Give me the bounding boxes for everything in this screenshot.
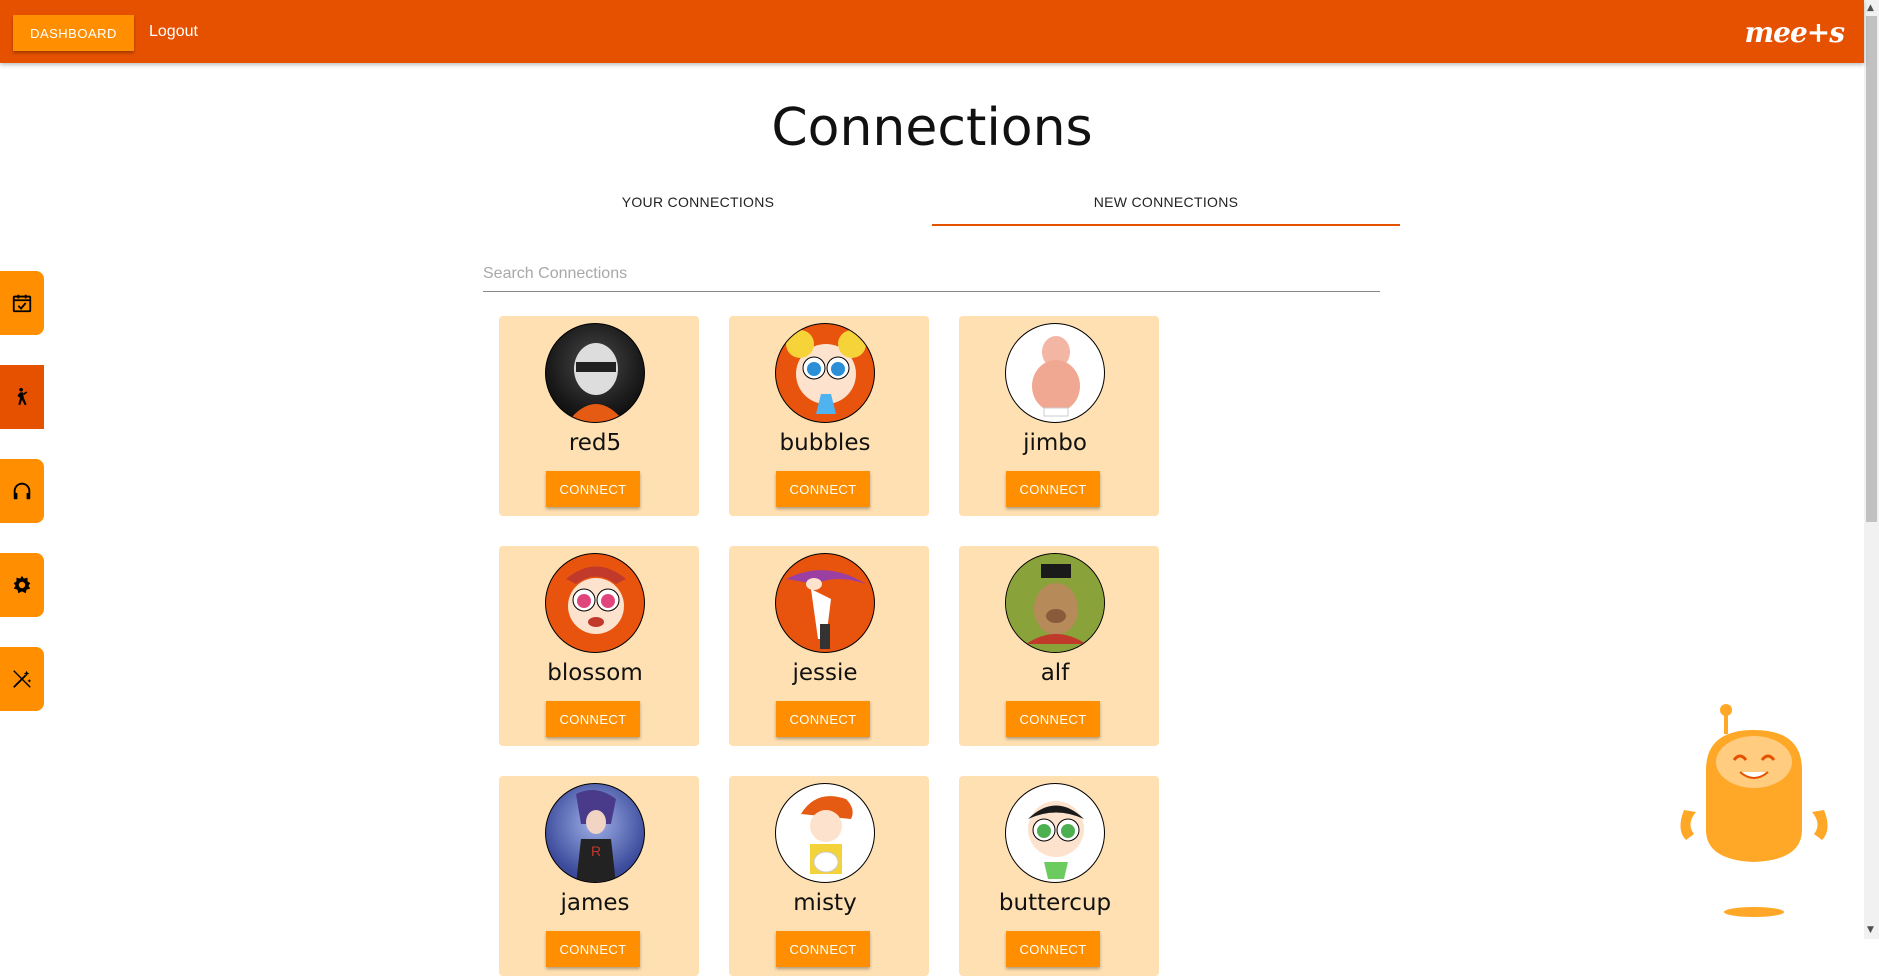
connection-card: jessie CONNECT xyxy=(729,546,929,746)
avatar xyxy=(1005,553,1105,653)
avatar: R xyxy=(545,783,645,883)
username: jimbo xyxy=(1023,430,1087,456)
avatar xyxy=(1005,323,1105,423)
connect-button[interactable]: CONNECT xyxy=(776,701,870,737)
connection-card: jimbo CONNECT xyxy=(959,316,1159,516)
username: buttercup xyxy=(998,890,1112,916)
magic-wand-icon xyxy=(13,670,32,688)
scroll-up-icon[interactable]: ▲ xyxy=(1867,3,1874,13)
top-app-bar: DASHBOARD Logout mee+s xyxy=(0,0,1864,63)
username: alf xyxy=(1040,660,1070,686)
connection-card: misty CONNECT xyxy=(729,776,929,976)
connect-button[interactable]: CONNECT xyxy=(776,471,870,507)
svg-text:R: R xyxy=(591,843,601,859)
connect-button[interactable]: CONNECT xyxy=(1006,931,1100,967)
connect-button[interactable]: CONNECT xyxy=(546,931,640,967)
connection-card: alf CONNECT xyxy=(959,546,1159,746)
username: blossom xyxy=(547,660,643,686)
sidebar-item-activity[interactable] xyxy=(0,365,44,429)
connect-button[interactable]: CONNECT xyxy=(546,471,640,507)
dashboard-button[interactable]: DASHBOARD xyxy=(13,15,134,51)
username: jessie xyxy=(792,660,858,686)
connection-card: bubbles CONNECT xyxy=(729,316,929,516)
calendar-check-icon xyxy=(12,294,32,313)
connection-card: red5 CONNECT xyxy=(499,316,699,516)
sidebar-item-support[interactable] xyxy=(0,459,44,523)
avatar xyxy=(775,783,875,883)
app-logo: mee+s xyxy=(1744,16,1845,49)
tab-your-connections[interactable]: YOUR CONNECTIONS xyxy=(464,190,932,226)
connect-button[interactable]: CONNECT xyxy=(546,701,640,737)
scrollbar-thumb[interactable] xyxy=(1866,16,1877,522)
logout-link[interactable]: Logout xyxy=(149,23,198,41)
connection-card: buttercup CONNECT xyxy=(959,776,1159,976)
vertical-scrollbar[interactable]: ▲ ▼ xyxy=(1864,0,1879,939)
headphones-icon xyxy=(13,482,31,500)
gear-icon xyxy=(13,575,31,594)
person-walking-icon xyxy=(17,387,28,406)
username: misty xyxy=(793,890,857,916)
connect-button[interactable]: CONNECT xyxy=(1006,471,1100,507)
username: bubbles xyxy=(779,430,871,456)
scroll-down-icon[interactable]: ▼ xyxy=(1867,925,1874,935)
username: james xyxy=(560,890,630,916)
avatar xyxy=(545,323,645,423)
chatbot-robot-icon[interactable] xyxy=(1676,700,1832,920)
search-connections-input[interactable] xyxy=(483,256,1380,292)
sidebar-item-calendar[interactable] xyxy=(0,271,44,335)
avatar xyxy=(775,553,875,653)
connection-card: R james CONNECT xyxy=(499,776,699,976)
page-title: Connections xyxy=(771,98,1093,158)
connection-card: blossom CONNECT xyxy=(499,546,699,746)
username: red5 xyxy=(568,430,622,456)
avatar xyxy=(545,553,645,653)
avatar xyxy=(775,323,875,423)
sidebar-item-magic[interactable] xyxy=(0,647,44,711)
tab-new-connections[interactable]: NEW CONNECTIONS xyxy=(932,190,1400,226)
avatar xyxy=(1005,783,1105,883)
connect-button[interactable]: CONNECT xyxy=(1006,701,1100,737)
connect-button[interactable]: CONNECT xyxy=(776,931,870,967)
sidebar-item-settings[interactable] xyxy=(0,553,44,617)
